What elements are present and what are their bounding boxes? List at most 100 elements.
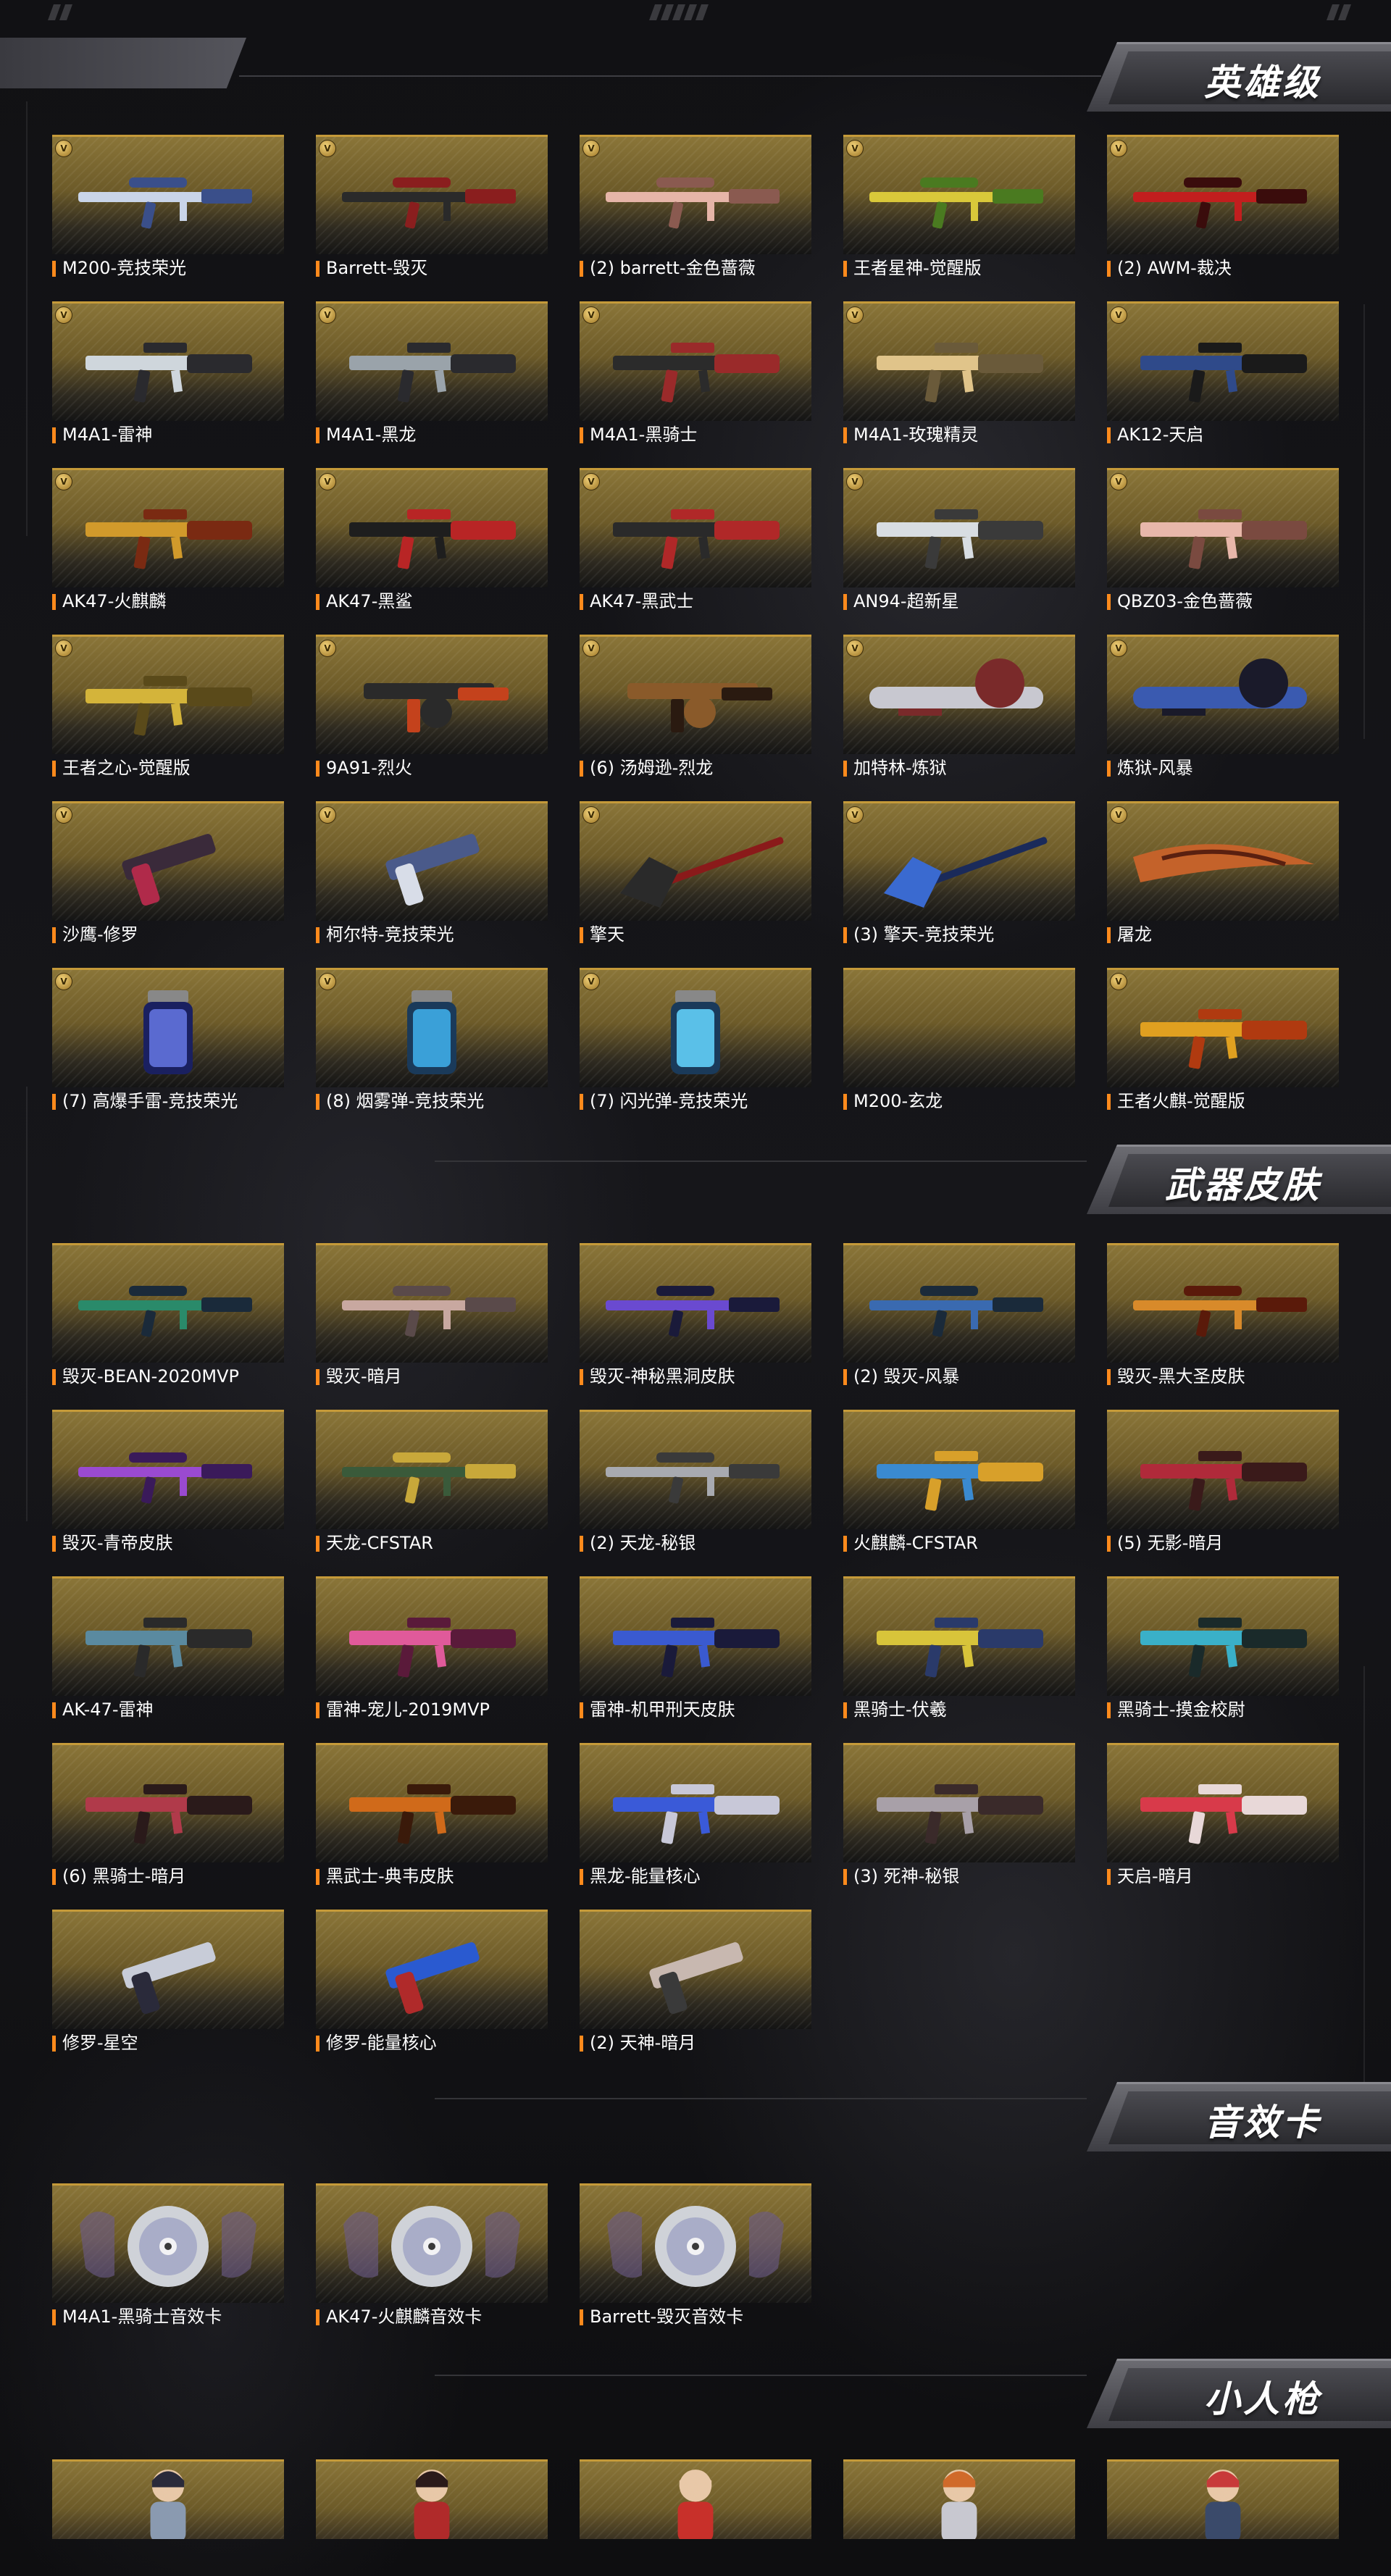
weapon-card[interactable]: V — [52, 968, 284, 1087]
skin-card[interactable] — [316, 1410, 548, 1529]
weapon-card[interactable]: V — [1107, 801, 1339, 921]
item-label: M200-竞技荣光 — [52, 256, 186, 280]
skin-card[interactable] — [580, 1243, 811, 1363]
weapon-card[interactable]: V — [52, 635, 284, 754]
section-title: 音效卡 — [1204, 2102, 1321, 2144]
weapon-card[interactable]: V — [52, 801, 284, 921]
skin-card[interactable] — [52, 1743, 284, 1862]
skin-card[interactable] — [52, 1910, 284, 2029]
skin-card[interactable] — [316, 1743, 548, 1862]
skin-card[interactable] — [1107, 1743, 1339, 1862]
character-icon — [414, 2470, 450, 2539]
item-label: AK47-火麒麟音效卡 — [316, 2305, 482, 2328]
weapon-card[interactable]: V — [843, 468, 1075, 587]
item-label: M200-玄龙 — [843, 1090, 943, 1113]
assault-rifle-icon — [349, 1618, 516, 1678]
weapon-card[interactable]: V — [316, 968, 548, 1087]
grenade-icon — [671, 990, 720, 1074]
mini-figure-card[interactable] — [843, 2459, 1075, 2539]
assault-rifle-icon — [613, 343, 780, 403]
assault-rifle-icon — [877, 509, 1043, 569]
weapon-card[interactable]: V — [843, 635, 1075, 754]
weapon-card[interactable]: V — [52, 135, 284, 254]
weapon-card[interactable]: V — [580, 801, 811, 921]
skin-card[interactable] — [1107, 1576, 1339, 1696]
item-label: M4A1-黑骑士 — [580, 423, 697, 446]
weapon-card[interactable]: V — [1107, 635, 1339, 754]
item-label: 黑龙-能量核心 — [580, 1865, 701, 1888]
assault-rifle-icon — [613, 509, 780, 569]
pistol-icon — [122, 1942, 216, 2015]
weapon-card[interactable]: V — [1107, 135, 1339, 254]
weapon-card[interactable]: V — [316, 635, 548, 754]
skin-card[interactable] — [316, 1243, 548, 1363]
weapon-card[interactable]: V — [316, 301, 548, 421]
weapon-card[interactable]: V — [1107, 301, 1339, 421]
weapon-card[interactable]: V — [52, 468, 284, 587]
weapon-card[interactable]: V — [316, 135, 548, 254]
sound-card[interactable] — [580, 2183, 811, 2303]
mini-figure-card[interactable] — [316, 2459, 548, 2539]
item-label: 王者火麒-觉醒版 — [1107, 1090, 1245, 1113]
item-label: 毁灭-暗月 — [316, 1365, 402, 1388]
weapon-card[interactable]: V — [316, 468, 548, 587]
weapon-card[interactable]: V — [580, 135, 811, 254]
item-label: (2) 天龙-秘银 — [580, 1531, 696, 1555]
sound-card[interactable] — [52, 2183, 284, 2303]
skin-card[interactable] — [1107, 1243, 1339, 1363]
skin-card[interactable] — [316, 1910, 548, 2029]
skin-card[interactable] — [1107, 1410, 1339, 1529]
sound-disc-icon — [343, 2206, 520, 2287]
skin-card[interactable] — [580, 1410, 811, 1529]
character-icon — [150, 2470, 186, 2539]
section-header-heroic: 英雄级 — [1087, 42, 1391, 112]
weapon-card[interactable]: V — [1107, 968, 1339, 1087]
weapon-card[interactable]: V — [580, 301, 811, 421]
assault-rifle-icon — [877, 1784, 1043, 1844]
skin-card[interactable] — [52, 1576, 284, 1696]
skin-card[interactable] — [843, 1410, 1075, 1529]
section-title: 小人枪 — [1204, 2378, 1321, 2420]
skin-card[interactable] — [580, 1576, 811, 1696]
left-frame-line — [26, 101, 33, 536]
weapon-card[interactable]: V — [1107, 468, 1339, 587]
skin-card[interactable] — [52, 1410, 284, 1529]
item-label: (8) 烟雾弹-竞技荣光 — [316, 1090, 484, 1113]
weapon-card[interactable] — [843, 968, 1075, 1087]
weapon-card[interactable]: V — [580, 468, 811, 587]
item-label: 沙鹰-修罗 — [52, 923, 138, 946]
section-title: 英雄级 — [1204, 62, 1321, 104]
sound-card[interactable] — [316, 2183, 548, 2303]
item-label: 柯尔特-竞技荣光 — [316, 923, 454, 946]
weapon-card[interactable]: V — [843, 135, 1075, 254]
item-label: Barrett-毁灭 — [316, 256, 427, 280]
section-header-mini: 小人枪 — [435, 2359, 1391, 2428]
mini-figure-card[interactable] — [1107, 2459, 1339, 2539]
weapon-card[interactable]: V — [580, 968, 811, 1087]
item-label: (5) 无影-暗月 — [1107, 1531, 1223, 1555]
item-label: (2) 天神-暗月 — [580, 2031, 696, 2054]
weapon-card[interactable]: V — [580, 635, 811, 754]
assault-rifle-icon — [85, 676, 252, 736]
weapon-card[interactable]: V — [843, 801, 1075, 921]
pistol-icon — [122, 834, 216, 906]
mini-figure-card[interactable] — [52, 2459, 284, 2539]
item-label: 雷神-宠儿-2019MVP — [316, 1698, 490, 1721]
skin-card[interactable] — [843, 1743, 1075, 1862]
item-label: AK12-天启 — [1107, 423, 1203, 446]
assault-rifle-icon — [1140, 1618, 1307, 1678]
skin-card[interactable] — [843, 1576, 1075, 1696]
assault-rifle-icon — [1140, 509, 1307, 569]
weapon-card[interactable]: V — [843, 301, 1075, 421]
mini-figure-card[interactable] — [580, 2459, 811, 2539]
item-label: (7) 闪光弹-竞技荣光 — [580, 1090, 748, 1113]
skin-card[interactable] — [580, 1910, 811, 2029]
skin-card[interactable] — [843, 1243, 1075, 1363]
skin-card[interactable] — [580, 1743, 811, 1862]
item-label: 火麒麟-CFSTAR — [843, 1531, 978, 1555]
item-label: M4A1-黑龙 — [316, 423, 416, 446]
skin-card[interactable] — [316, 1576, 548, 1696]
skin-card[interactable] — [52, 1243, 284, 1363]
weapon-card[interactable]: V — [316, 801, 548, 921]
weapon-card[interactable]: V — [52, 301, 284, 421]
